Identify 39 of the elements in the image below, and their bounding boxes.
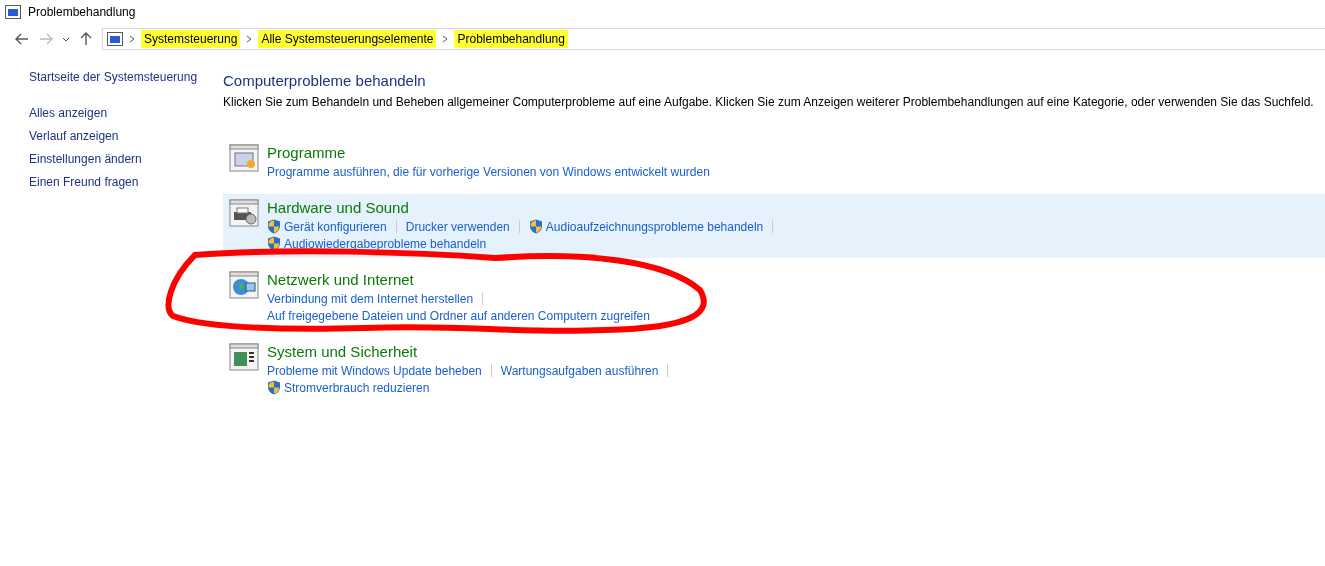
task-link[interactable]: Probleme mit Windows Update beheben xyxy=(267,363,482,378)
sidebar-link[interactable]: Verlauf anzeigen xyxy=(29,125,119,148)
window-title: Problembehandlung xyxy=(28,5,136,19)
category-title-link[interactable]: Netzwerk und Internet xyxy=(267,271,650,288)
window-app-icon xyxy=(5,5,21,19)
task-link[interactable]: Gerät konfigurieren xyxy=(267,219,387,234)
task-link[interactable]: Wartungsaufgaben ausführen xyxy=(500,363,659,378)
chevron-icon xyxy=(442,35,449,43)
category-title-link[interactable]: System und Sicherheit xyxy=(267,343,678,360)
sidebar-link[interactable]: Alles anzeigen xyxy=(29,102,108,125)
status-window-icon xyxy=(229,343,259,371)
breadcrumb-item[interactable]: Systemsteuerung xyxy=(141,30,241,48)
printer-icon xyxy=(229,199,259,227)
category-title-link[interactable]: Programme xyxy=(267,144,710,161)
breadcrumb-item[interactable]: Problembehandlung xyxy=(454,30,568,48)
task-link[interactable]: Verbindung mit dem Internet herstellen xyxy=(267,291,474,306)
task-link[interactable]: Drucker verwenden xyxy=(405,219,510,234)
sidebar-link[interactable]: Einen Freund fragen xyxy=(29,171,139,194)
program-window-icon xyxy=(229,144,259,172)
globe-icon xyxy=(229,271,259,299)
task-link[interactable]: Programme ausführen, die für vorherige Versionen von Windows entwickelt wurden xyxy=(267,164,710,179)
up-arrow-icon xyxy=(80,32,92,46)
task-link[interactable]: Auf freigegebene Dateien und Ordner auf anderen Computern zugreifen xyxy=(267,308,650,323)
task-link[interactable]: Audioaufzeichnungsprobleme behandeln xyxy=(528,219,764,234)
chevron-icon xyxy=(129,35,135,43)
task-link[interactable]: Audiowiedergabeprobleme behandeln xyxy=(267,236,487,251)
forward-arrow-icon xyxy=(39,33,53,45)
page-description: Klicken Sie zum Behandeln und Beheben allgemeiner Computerprobleme auf eine Aufgabe. Klicken Sie zum Anzeigen weiterer Problembehandlungen auf eine Kategorie, oder verwenden Sie das Suchfeld. xyxy=(223,95,1315,109)
sidebar-link[interactable]: Einstellungen ändern xyxy=(29,148,142,171)
caret-icon xyxy=(62,36,70,42)
sidebar-home-link[interactable]: Startseite der Systemsteuerung xyxy=(29,66,198,89)
back-arrow-icon xyxy=(15,33,29,45)
address-bar[interactable]: Systemsteuerung Alle Systemsteuerungselemente Problembehandlung xyxy=(102,28,1325,50)
category-title-link[interactable]: Hardware und Sound xyxy=(267,199,783,216)
chevron-icon xyxy=(246,35,253,43)
task-link[interactable]: Stromverbrauch reduzieren xyxy=(267,380,430,395)
breadcrumb-item[interactable]: Alle Systemsteuerungselemente xyxy=(258,30,437,48)
control-panel-icon xyxy=(107,32,123,46)
page-heading: Computerprobleme behandeln xyxy=(223,72,427,89)
